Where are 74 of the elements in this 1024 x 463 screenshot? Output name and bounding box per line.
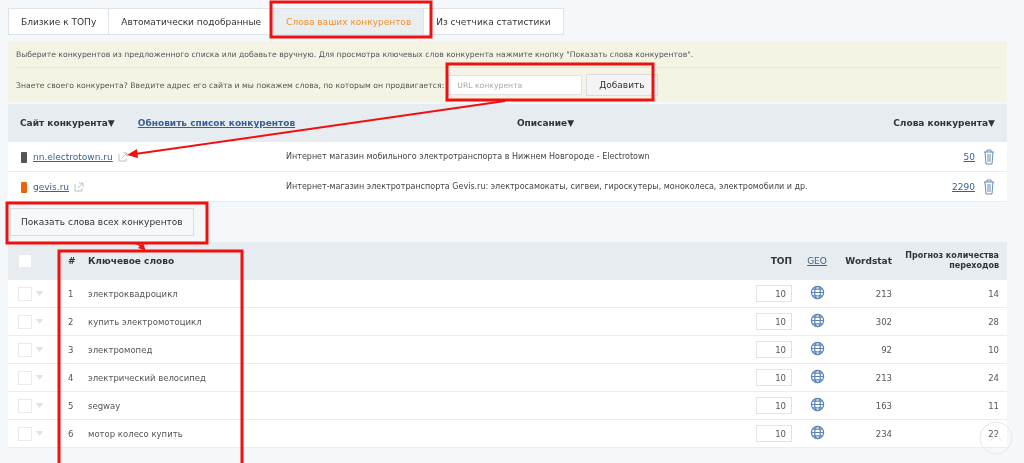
trash-icon[interactable] <box>983 178 995 195</box>
forecast-value: 11 <box>987 400 1000 411</box>
scroll-to-top-icon[interactable] <box>979 421 1013 455</box>
column-header[interactable]: Прогноз количества переходов <box>892 251 1007 271</box>
caret-icon[interactable] <box>36 375 43 380</box>
site-description: Интернет-магазин электротранспорта Gevis.ru: электросамокаты, сигвеи, гироскутеры, моноколеса, электромобили и др. <box>286 182 808 191</box>
forecast-value: 28 <box>987 316 1000 327</box>
globe-icon[interactable] <box>809 425 825 440</box>
caret-icon[interactable] <box>36 347 43 352</box>
row-number: 6 <box>68 428 75 439</box>
annotation-arrow <box>135 242 146 251</box>
row-number: 1 <box>68 288 75 299</box>
keyword-text: купить электромотоцикл <box>88 316 203 327</box>
caret-icon[interactable] <box>36 403 43 408</box>
column-header: # <box>68 256 77 266</box>
keyword-text: электрический велосипед <box>88 372 207 383</box>
top-input-field[interactable]: 10 <box>756 341 792 358</box>
wordstat-value: 213 <box>874 372 892 383</box>
word-count-link[interactable]: 2290 <box>952 181 975 192</box>
site-description: Интернет магазин мобильного электротранспорта в Нижнем Новгороде - Electrotown <box>286 152 650 161</box>
tab[interactable]: Из счетчика статистики <box>423 8 564 35</box>
tab[interactable]: Близкие к ТОПу <box>8 8 110 35</box>
row-checkbox[interactable] <box>18 370 32 385</box>
forecast-value: 24 <box>987 372 1000 383</box>
keyword-text: segway <box>88 400 122 411</box>
site-link[interactable]: gevis.ru <box>33 181 70 192</box>
select-all-checkbox[interactable] <box>18 254 32 268</box>
row-number: 2 <box>68 316 75 327</box>
row-number: 5 <box>68 400 75 411</box>
top-input-field[interactable]: 10 <box>756 285 792 302</box>
top-input-field[interactable]: 10 <box>756 425 792 442</box>
geo-link[interactable]: GEO <box>807 256 827 266</box>
external-link-icon[interactable] <box>117 151 128 162</box>
wordstat-value: 234 <box>874 428 892 439</box>
row-checkbox[interactable] <box>18 314 32 329</box>
word-count-link[interactable]: 50 <box>963 151 975 162</box>
row-checkbox[interactable] <box>18 286 32 301</box>
column-header[interactable]: Ключевое слово <box>88 256 722 266</box>
column-header[interactable]: Wordstat <box>842 256 892 266</box>
wordstat-value: 302 <box>874 316 892 327</box>
globe-icon[interactable] <box>809 313 825 328</box>
globe-icon[interactable] <box>809 369 825 384</box>
row-checkbox[interactable] <box>18 426 32 441</box>
caret-icon[interactable] <box>36 319 43 324</box>
row-checkbox[interactable] <box>18 398 32 413</box>
keyword-text: электроквадроцикл <box>88 288 179 299</box>
show-all-words-button[interactable]: Показать слова всех конкурентов <box>10 208 194 236</box>
row-checkbox[interactable] <box>18 342 32 357</box>
wordstat-value: 163 <box>874 400 892 411</box>
globe-icon[interactable] <box>809 397 825 412</box>
column-header[interactable]: ТОП <box>722 256 792 266</box>
top-input-field[interactable]: 10 <box>756 397 792 414</box>
row-number: 4 <box>68 372 75 383</box>
top-input-field[interactable]: 10 <box>756 313 792 330</box>
row-number: 3 <box>68 344 75 355</box>
globe-icon[interactable] <box>809 285 825 300</box>
caret-icon[interactable] <box>36 431 43 436</box>
trash-icon[interactable] <box>983 148 995 165</box>
column-header[interactable]: Описание▼ <box>516 118 575 128</box>
top-input-field[interactable]: 10 <box>756 369 792 386</box>
external-link-icon[interactable] <box>74 181 85 192</box>
caret-icon[interactable] <box>36 291 43 296</box>
forecast-value: 14 <box>987 288 1000 299</box>
wordstat-value: 92 <box>880 344 892 355</box>
column-header[interactable]: Сайт конкурента▼ <box>20 118 115 128</box>
keyword-text: электромопед <box>88 344 154 355</box>
globe-icon[interactable] <box>809 341 825 356</box>
keyword-text: мотор колесо купить <box>88 428 184 439</box>
wordstat-value: 213 <box>874 288 892 299</box>
forecast-value: 10 <box>987 344 1000 355</box>
site-link[interactable]: nn.electrotown.ru <box>33 151 113 162</box>
refresh-link[interactable]: Обновить список конкурентов <box>137 118 296 128</box>
column-header[interactable]: Слова конкурента▼ <box>893 118 995 128</box>
add-button[interactable]: Добавить <box>586 74 658 96</box>
